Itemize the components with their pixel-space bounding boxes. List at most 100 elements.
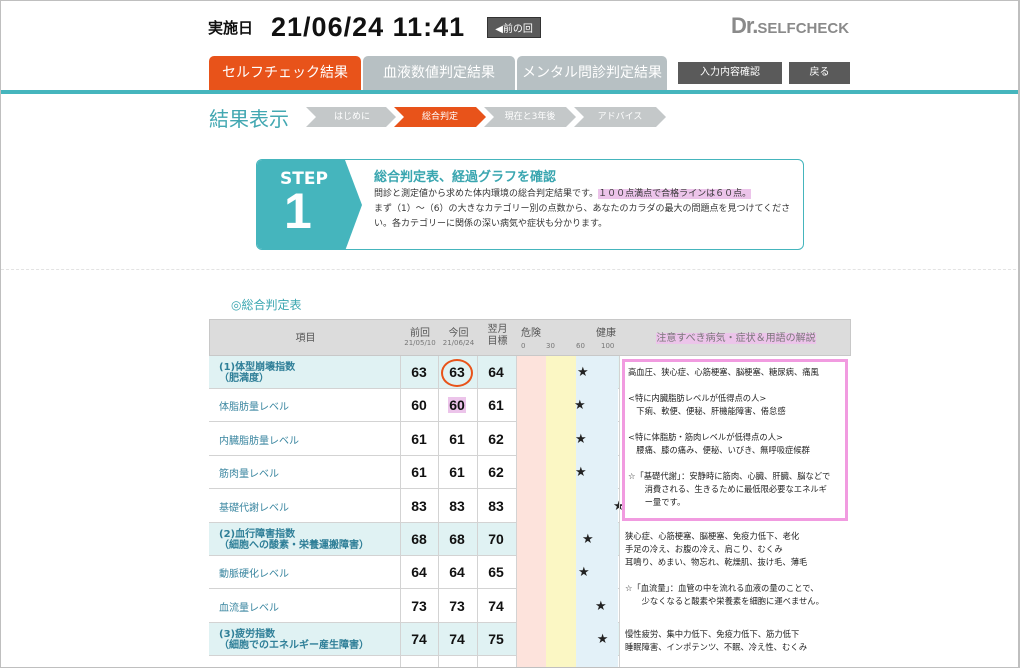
tab-underline — [1, 90, 1018, 94]
row-name-main: 体脂肪量レベル — [219, 402, 289, 414]
cell-curr-highlight: 60 — [448, 397, 466, 414]
input-check-button[interactable]: 入力内容確認 — [678, 62, 782, 84]
cell-prev: 63 — [411, 364, 427, 380]
header-curr-date: 21/06/24 — [442, 339, 475, 347]
cell-goal: 83 — [488, 497, 504, 514]
row-name-wrap: (3)疲労指数 （細胞でのエネルギー産生障害） — [219, 629, 369, 651]
step-overall[interactable]: 総合判定 — [400, 107, 480, 127]
cell-curr: 60 — [438, 389, 476, 422]
logo-dr: Dr. — [731, 13, 758, 38]
step-badge: STEP 1 — [257, 160, 365, 249]
header-prev: 前回 21/05/10 — [401, 320, 439, 357]
note-line: 腰痛、膝の痛み、便秘、いびき、無呼吸症候群 — [628, 445, 810, 455]
note-line: 睡眠障害、インポテンツ、不眠、冷え性、むくみ — [625, 642, 808, 652]
note-line: 高血圧、狭心症、心筋梗塞、脳梗塞、糖尿病、痛風 — [628, 367, 819, 377]
table-header: 項目 前回 21/05/10 今回 21/06/24 翌月 目標 危険 健康 0 30… — [209, 319, 851, 356]
page-title: 結果表示 — [209, 107, 289, 131]
tick-100: 100 — [601, 342, 615, 350]
step-info-box: STEP 1 総合判定表、経過グラフを確認 問診と測定値から求めた体内環境の総合… — [256, 159, 804, 250]
row-name: 基礎代謝レベル — [219, 490, 289, 523]
cell-prev: 64 — [411, 564, 427, 581]
result-tabs: セルフチェック結果 血液数値判定結果 メンタル問診判定結果 — [209, 56, 669, 91]
date-label: 実施日 — [208, 18, 254, 37]
row-name-sub: （細胞への酸素・栄養運搬障害） — [219, 539, 369, 551]
tick-60: 60 — [576, 342, 585, 350]
step-description: 問診と測定値から求めた体内環境の総合判定結果です。１００点満点で合格ラインは６０… — [374, 187, 796, 232]
row-name-main: 動脈硬化レベル — [219, 569, 289, 581]
logo: Dr.SELFCHECK — [731, 13, 849, 39]
cell-prev: 83 — [411, 497, 427, 514]
row-name: (2)血行障害指数 （細胞への酸素・栄養運搬障害） — [219, 523, 369, 556]
note-line: <特に内臓脂肪レベルが低得点の人> — [628, 393, 767, 403]
tick-30: 30 — [546, 342, 555, 350]
cell-goal: 61 — [488, 397, 504, 414]
cell-goal: 62 — [488, 430, 504, 447]
grid-line — [438, 356, 439, 667]
tab-blood[interactable]: 血液数値判定結果 — [363, 56, 515, 91]
tab-selfcheck[interactable]: セルフチェック結果 — [209, 56, 361, 91]
score-star: ★ — [574, 398, 586, 414]
step-intro[interactable]: はじめに — [312, 107, 392, 127]
app-frame: 実施日 21/06/24 11:41 ◀前の回 Dr.SELFCHECK セルフ… — [0, 0, 1020, 668]
cell-curr: 73 — [449, 597, 465, 614]
step-number: 1 — [284, 183, 312, 239]
note-line: ー量です。 — [628, 497, 686, 507]
step-title: 総合判定表、経過グラフを確認 — [374, 170, 557, 185]
cell-goal: 65 — [488, 564, 504, 581]
note-line: 慢性疲労、集中力低下、免疫力低下、筋力低下 — [625, 629, 800, 639]
row-name: (1)体型崩壊指数 （肥満度） — [219, 356, 295, 389]
cell-curr: 61 — [449, 430, 465, 447]
row-name-main: 内臓脂肪量レベル — [219, 435, 299, 447]
notes-blood-flow: 狭心症、心筋梗塞、脳梗塞、免疫力低下、老化 手足の冷え、お腹の冷え、肩こり、むくみ… — [625, 530, 847, 608]
desc-part-b: まず（1）～（6）の大きなカテゴリー別の点数から、あなたのカラダの最大の問題点を… — [374, 204, 791, 229]
score-chart-bg — [516, 356, 618, 667]
back-button[interactable]: 戻る — [789, 62, 850, 84]
cell-goal: 64 — [488, 364, 504, 380]
cell-prev: 61 — [411, 464, 427, 481]
row-name-main: 筋肉量レベル — [219, 469, 279, 481]
header-health: 健康 — [596, 328, 616, 339]
cell-prev: 74 — [411, 631, 427, 648]
step-now-3years[interactable]: 現在と3年後 — [490, 107, 570, 127]
row-name: 筋肉量レベル — [219, 456, 279, 489]
note-line — [628, 418, 842, 431]
row-name: 内臓脂肪量レベル — [219, 423, 299, 456]
step-advice[interactable]: アドバイス — [580, 107, 660, 127]
row-name-sub: （細胞でのエネルギー産生障害） — [219, 639, 369, 651]
note-line — [628, 457, 842, 470]
row-name: (3)疲労指数 （細胞でのエネルギー産生障害） — [219, 623, 369, 656]
row-name-wrap: (2)血行障害指数 （細胞への酸素・栄養運搬障害） — [219, 529, 369, 551]
grid-line — [477, 356, 478, 667]
previous-button[interactable]: ◀前の回 — [487, 16, 541, 38]
row-name-main: 血流量レベル — [219, 602, 279, 614]
header-curr: 今回 21/06/24 — [439, 320, 478, 357]
cell-curr: 68 — [449, 531, 465, 547]
score-chart: ★★★★★★★★★ — [516, 356, 625, 667]
cell-prev: 73 — [411, 597, 427, 614]
grid-line — [400, 356, 401, 667]
current-score-circle — [441, 359, 473, 387]
note-line: ☆「基礎代謝」：安静時に筋肉、心臓、肝臓、脳などで — [628, 471, 831, 481]
grid-line — [516, 356, 517, 667]
note-line: 少なくなると酸素や栄養素を細胞に運べません。 — [625, 596, 824, 606]
note-line — [628, 379, 842, 392]
header-prev-label: 前回 — [410, 328, 430, 339]
score-star: ★ — [582, 532, 594, 547]
cell-goal: 74 — [488, 597, 504, 614]
cell-curr: 64 — [449, 564, 465, 581]
header-danger: 危険 — [521, 328, 541, 339]
row-name-main: 基礎代謝レベル — [219, 502, 289, 514]
cell-goal: 75 — [488, 631, 504, 648]
note-line: 下痢、軟便、便秘、肝機能障害、倦怠感 — [628, 406, 786, 416]
note-line: 手足の冷え、お腹の冷え、肩こり、むくみ — [625, 544, 783, 554]
header-goal-label2: 目標 — [487, 336, 508, 347]
score-star: ★ — [577, 365, 589, 380]
tab-mental[interactable]: メンタル問診判定結果 — [517, 56, 667, 91]
cell-curr: 83 — [449, 497, 465, 514]
note-line — [625, 569, 847, 582]
score-star: ★ — [575, 465, 587, 481]
step-breadcrumb: はじめに 総合判定 現在と3年後 アドバイス — [306, 107, 668, 127]
zone-caution — [546, 356, 576, 667]
header-goal-label: 翌月 — [487, 324, 508, 335]
header-goal: 翌月 目標 — [478, 320, 517, 357]
